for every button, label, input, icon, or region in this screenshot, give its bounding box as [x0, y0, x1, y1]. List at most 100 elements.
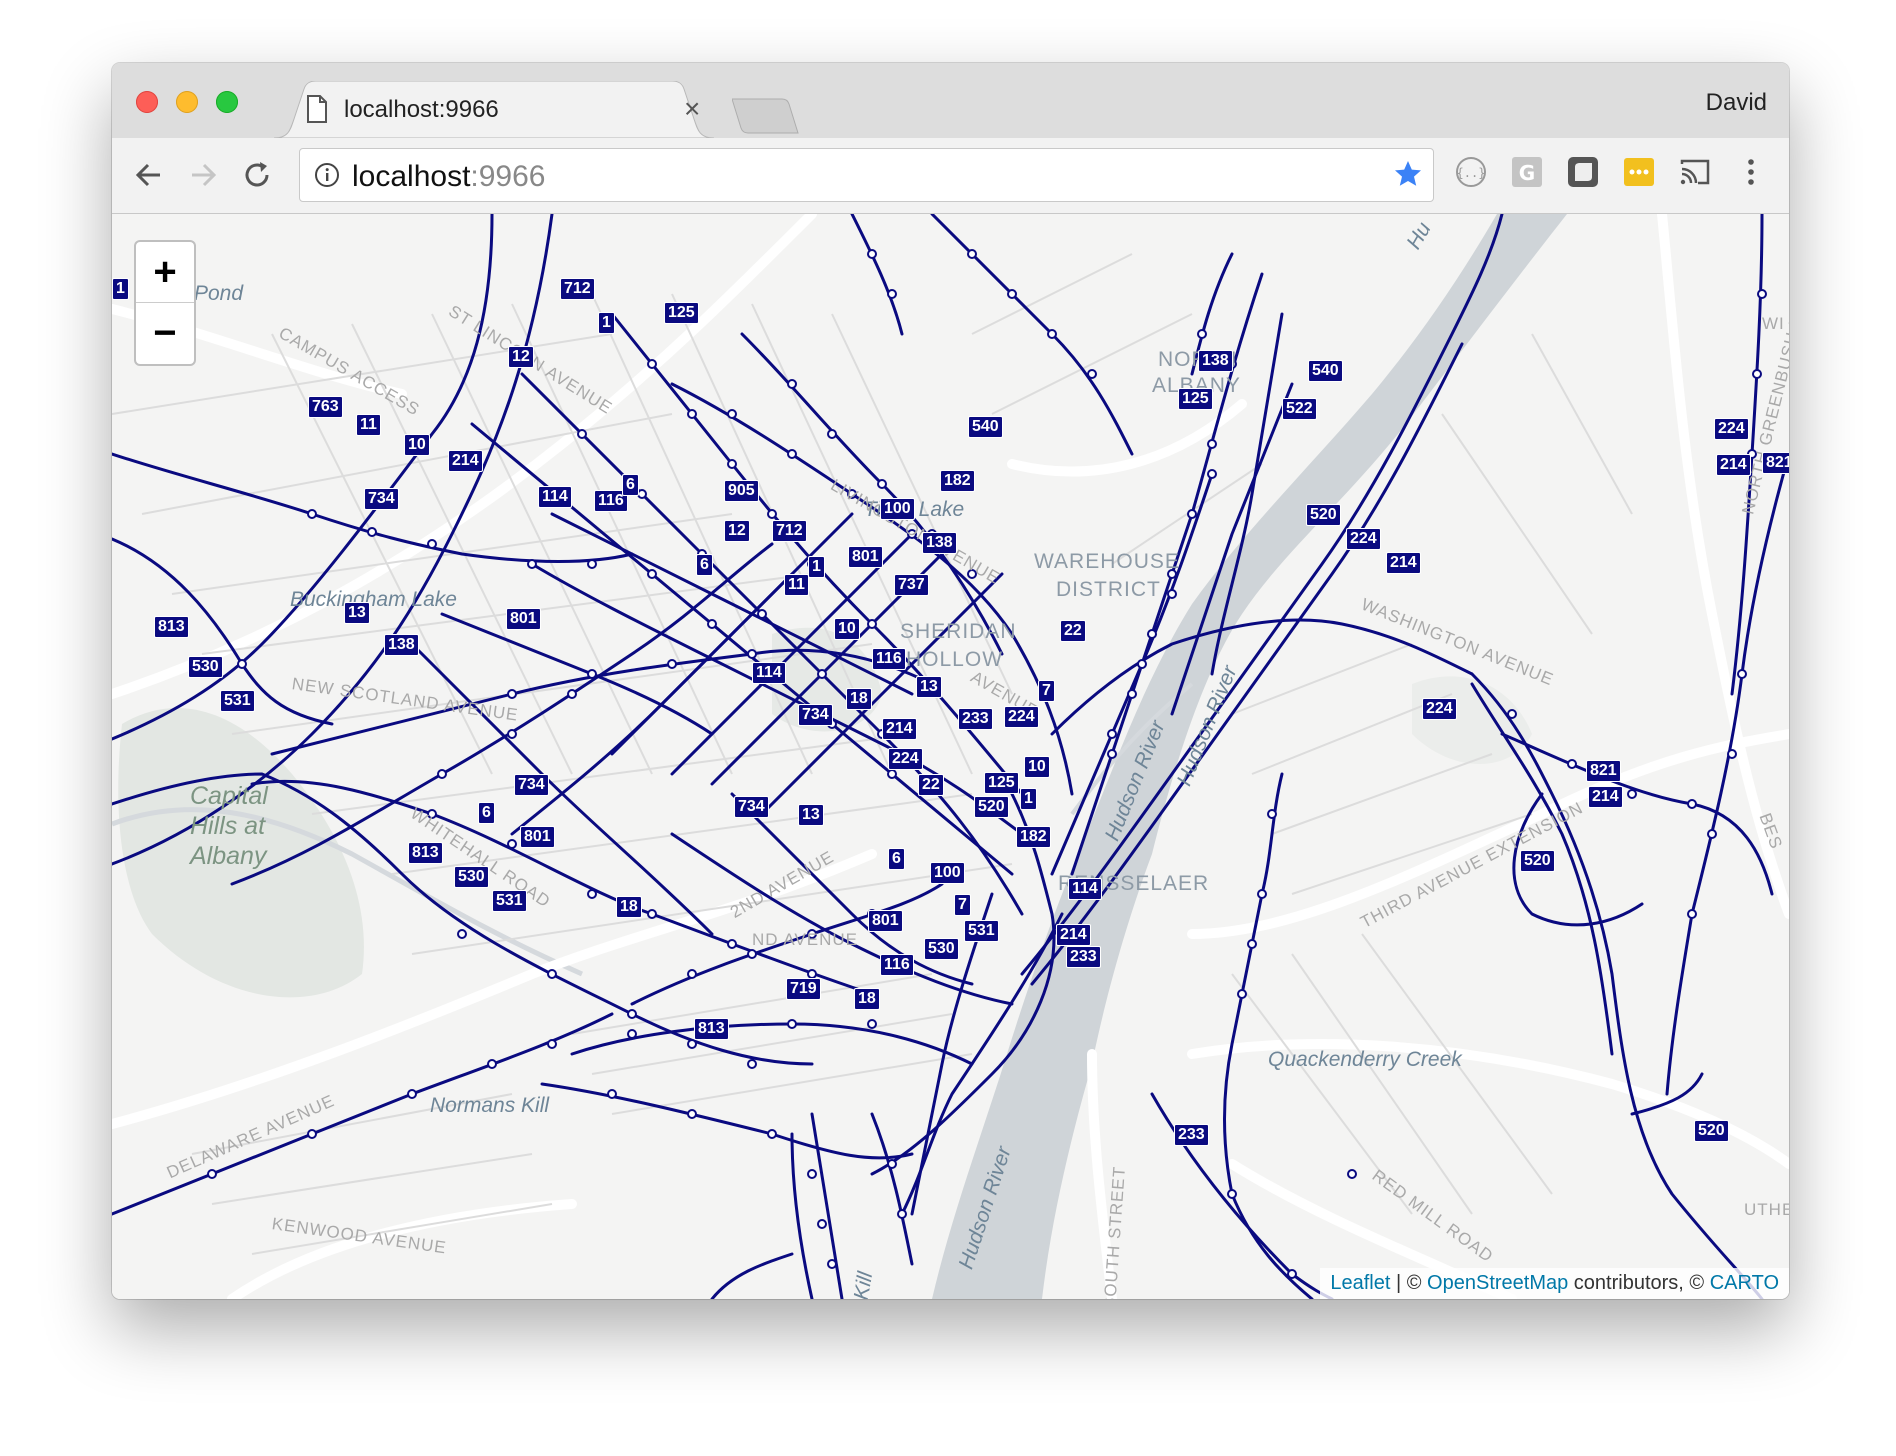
route-label[interactable]: 813	[694, 1018, 729, 1040]
route-label[interactable]: 214	[1588, 786, 1623, 808]
route-label[interactable]: 138	[384, 634, 419, 656]
route-label[interactable]: 224	[1422, 698, 1457, 720]
url-text[interactable]: localhost:9966	[352, 160, 545, 194]
route-label[interactable]: 531	[492, 890, 527, 912]
route-label[interactable]: 138	[922, 532, 957, 554]
map-view[interactable]: Pond Tivoli Lake Buckingham Lake Normans…	[112, 214, 1789, 1299]
route-label[interactable]: 821	[1762, 452, 1789, 474]
route-label[interactable]: 233	[1174, 1124, 1209, 1146]
route-label[interactable]: 530	[188, 656, 223, 678]
route-label[interactable]: 214	[882, 718, 917, 740]
route-label[interactable]: 6	[478, 802, 495, 824]
route-label[interactable]: 224	[888, 748, 923, 770]
route-label[interactable]: 114	[752, 662, 786, 684]
route-label[interactable]: 522	[1282, 398, 1317, 420]
route-label[interactable]: 116	[880, 954, 914, 976]
carto-link[interactable]: CARTO	[1710, 1272, 1779, 1294]
route-label[interactable]: 905	[724, 480, 759, 502]
profile-name[interactable]: David	[1706, 89, 1767, 117]
route-label[interactable]: 125	[984, 772, 1019, 794]
address-bar[interactable]: localhost:9966	[299, 148, 1434, 202]
route-label[interactable]: 125	[664, 302, 699, 324]
zoom-in-button[interactable]: +	[136, 242, 194, 303]
maximize-window-button[interactable]	[216, 91, 238, 113]
route-label[interactable]: 10	[404, 434, 430, 456]
route-label[interactable]: 712	[772, 520, 807, 542]
tab-close-icon[interactable]: ×	[684, 95, 700, 123]
route-label[interactable]: 737	[894, 574, 929, 596]
route-label[interactable]: 11	[784, 574, 809, 596]
route-label[interactable]: 734	[364, 488, 399, 510]
tab-localhost[interactable]: localhost:9966 ×	[274, 81, 714, 138]
route-label[interactable]: 6	[622, 474, 639, 496]
route-label[interactable]: 1	[598, 312, 615, 334]
route-label[interactable]: 114	[1068, 878, 1102, 900]
route-label[interactable]: 125	[1178, 388, 1213, 410]
close-window-button[interactable]	[136, 91, 158, 113]
openstreetmap-link[interactable]: OpenStreetMap	[1427, 1272, 1568, 1294]
route-label[interactable]: 13	[798, 804, 824, 826]
back-icon[interactable]	[132, 158, 166, 197]
route-label[interactable]: 22	[918, 774, 944, 796]
route-label[interactable]: 12	[724, 520, 750, 542]
route-label[interactable]: 10	[1024, 756, 1050, 778]
route-label[interactable]: 530	[454, 866, 489, 888]
route-label[interactable]: 712	[560, 278, 595, 300]
route-label[interactable]: 813	[408, 842, 443, 864]
zoom-out-button[interactable]: −	[136, 303, 194, 363]
route-label[interactable]: 18	[616, 896, 642, 918]
new-tab-button[interactable]	[731, 97, 802, 142]
route-label[interactable]: 224	[1004, 706, 1039, 728]
route-label[interactable]: 18	[846, 688, 872, 710]
route-label[interactable]: 520	[1520, 850, 1555, 872]
route-label[interactable]: 6	[888, 848, 905, 870]
route-label[interactable]: 813	[154, 616, 189, 638]
route-label[interactable]: 214	[448, 450, 483, 472]
route-label[interactable]: 13	[344, 602, 370, 624]
route-label[interactable]: 138	[1198, 350, 1233, 372]
route-label[interactable]: 719	[786, 978, 821, 1000]
route-label[interactable]: 821	[1586, 760, 1621, 782]
route-label[interactable]: 734	[514, 774, 549, 796]
route-label[interactable]: 7	[1038, 680, 1055, 702]
route-label[interactable]: 22	[1060, 620, 1086, 642]
route-label[interactable]: 182	[940, 470, 975, 492]
route-label[interactable]: 11	[356, 414, 381, 436]
route-label[interactable]: 531	[220, 690, 255, 712]
route-label[interactable]: 1	[808, 556, 825, 578]
route-label[interactable]: 531	[964, 920, 999, 942]
extension-json-icon[interactable]: {..}	[1454, 155, 1488, 194]
route-label[interactable]: 1	[112, 278, 129, 300]
info-icon[interactable]	[314, 162, 340, 193]
leaflet-link[interactable]: Leaflet	[1330, 1272, 1390, 1294]
route-label[interactable]: 100	[930, 862, 965, 884]
route-label[interactable]: 12	[508, 346, 534, 368]
route-label[interactable]: 214	[1386, 552, 1421, 574]
route-label[interactable]: 116	[872, 648, 906, 670]
route-label[interactable]: 801	[506, 608, 541, 630]
cast-icon[interactable]	[1678, 155, 1712, 194]
route-label[interactable]: 520	[1306, 504, 1341, 526]
route-label[interactable]: 18	[854, 988, 880, 1010]
menu-icon[interactable]	[1734, 155, 1768, 194]
route-label[interactable]: 10	[834, 618, 860, 640]
route-label[interactable]: 801	[848, 546, 883, 568]
route-label[interactable]: 233	[958, 708, 993, 730]
route-label[interactable]: 801	[520, 826, 555, 848]
route-label[interactable]: 233	[1066, 946, 1101, 968]
forward-icon[interactable]	[186, 158, 220, 197]
extension-g-icon[interactable]: G	[1510, 155, 1544, 194]
reload-icon[interactable]	[240, 158, 274, 197]
bookmark-star-icon[interactable]	[1393, 159, 1423, 194]
route-label[interactable]: 7	[954, 894, 971, 916]
extension-tile-icon[interactable]	[1566, 155, 1600, 194]
minimize-window-button[interactable]	[176, 91, 198, 113]
route-label[interactable]: 734	[734, 796, 769, 818]
route-label[interactable]: 540	[968, 416, 1003, 438]
route-label[interactable]: 1	[1020, 788, 1037, 810]
extension-password-icon[interactable]	[1622, 155, 1656, 194]
route-label[interactable]: 114	[538, 486, 572, 508]
route-label[interactable]: 520	[1694, 1120, 1729, 1142]
route-label[interactable]: 530	[924, 938, 959, 960]
route-label[interactable]: 224	[1346, 528, 1381, 550]
